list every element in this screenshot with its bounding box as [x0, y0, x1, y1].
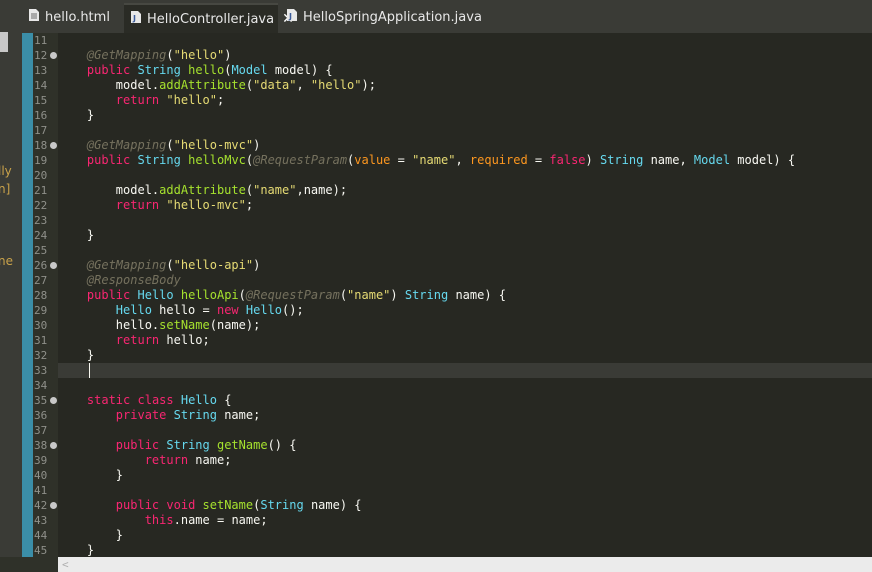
left-panel-text-fragment: n]: [0, 182, 11, 196]
tab-hello-html[interactable]: hello.html: [22, 4, 122, 30]
line-number: 11: [34, 34, 48, 47]
code-line[interactable]: return "hello-mvc";: [58, 198, 253, 213]
java-file-icon: J: [287, 9, 297, 25]
code-line[interactable]: }: [58, 528, 123, 543]
line-number: 13: [34, 64, 48, 77]
line-number: 43: [34, 514, 48, 527]
code-line[interactable]: @GetMapping("hello-mvc"): [58, 138, 260, 153]
line-number: 15: [34, 94, 48, 107]
code-line[interactable]: this.name = name;: [58, 513, 268, 528]
left-panel-edge: lly n] ne: [0, 0, 22, 572]
code-line[interactable]: model.addAttribute("data", "hello");: [58, 78, 376, 93]
line-number: 39: [34, 454, 48, 467]
code-line[interactable]: return "hello";: [58, 93, 224, 108]
code-line[interactable]: }: [58, 468, 123, 483]
text-cursor: [89, 363, 90, 378]
code-line[interactable]: }: [58, 543, 94, 558]
svg-text:J: J: [132, 14, 136, 23]
code-line[interactable]: return hello;: [58, 333, 210, 348]
line-number: 17: [34, 124, 48, 137]
line-number: 36: [34, 409, 48, 422]
line-number: 23: [34, 214, 48, 227]
line-number: 34: [34, 379, 48, 392]
code-line[interactable]: hello.setName(name);: [58, 318, 261, 333]
line-number: 28: [34, 289, 48, 302]
left-panel-text-fragment: lly: [0, 164, 12, 178]
fold-toggle-icon[interactable]: [50, 502, 57, 509]
code-line[interactable]: @GetMapping("hello-api"): [58, 258, 260, 273]
change-marker-bar: [22, 33, 33, 557]
line-number: 21: [34, 184, 48, 197]
line-number: 19: [34, 154, 48, 167]
tab-label: HelloController.java: [147, 11, 275, 27]
fold-toggle-icon[interactable]: [50, 142, 57, 149]
scroll-left-icon[interactable]: <: [62, 557, 69, 572]
line-number: 32: [34, 349, 48, 362]
code-line[interactable]: static class Hello {: [58, 393, 232, 408]
line-number: 16: [34, 109, 48, 122]
code-line[interactable]: public void setName(String name) {: [58, 498, 362, 513]
line-number: 22: [34, 199, 48, 212]
line-number: 40: [34, 469, 48, 482]
line-number: 24: [34, 229, 48, 242]
horizontal-scrollbar[interactable]: <: [0, 557, 872, 572]
line-number: 14: [34, 79, 48, 92]
line-number: 31: [34, 334, 48, 347]
fold-toggle-icon[interactable]: [50, 52, 57, 59]
left-panel-text-fragment: ne: [0, 254, 13, 268]
line-number: 25: [34, 244, 48, 257]
panel-scroll-handle[interactable]: [0, 32, 8, 52]
code-line[interactable]: @ResponseBody: [58, 273, 181, 288]
tab-hellospringapplication-java[interactable]: J HelloSpringApplication.java: [280, 4, 482, 30]
editor-tab-bar: hello.html J HelloController.java ✕ J He…: [22, 0, 872, 33]
svg-text:J: J: [288, 12, 292, 21]
scrollbar-corner: [0, 557, 58, 572]
code-line[interactable]: Hello hello = new Hello();: [58, 303, 304, 318]
code-line[interactable]: public String getName() {: [58, 438, 297, 453]
fold-toggle-icon[interactable]: [50, 397, 57, 404]
code-line[interactable]: public String hello(Model model) {: [58, 63, 333, 78]
line-number: 45: [34, 544, 48, 557]
code-line[interactable]: return name;: [58, 453, 232, 468]
tab-label: HelloSpringApplication.java: [303, 9, 482, 25]
code-line[interactable]: }: [58, 348, 94, 363]
fold-toggle-icon[interactable]: [50, 442, 57, 449]
line-number: 29: [34, 304, 48, 317]
code-line[interactable]: private String name;: [58, 408, 261, 423]
code-line[interactable]: @GetMapping("hello"): [58, 48, 232, 63]
code-line[interactable]: public Hello helloApi(@RequestParam("nam…: [58, 288, 506, 303]
line-number: 37: [34, 424, 48, 437]
line-number: 33: [34, 364, 48, 377]
current-line-highlight: [58, 363, 872, 378]
line-number: 20: [34, 169, 48, 182]
html-file-icon: [29, 9, 39, 25]
code-line[interactable]: model.addAttribute("name",name);: [58, 183, 347, 198]
line-number: 44: [34, 529, 48, 542]
line-number: 30: [34, 319, 48, 332]
tab-hellocontroller-java[interactable]: J HelloController.java ✕: [124, 3, 294, 33]
code-line[interactable]: }: [58, 108, 94, 123]
code-line[interactable]: }: [58, 228, 94, 243]
line-number: 27: [34, 274, 48, 287]
fold-toggle-icon[interactable]: [50, 262, 57, 269]
tab-label: hello.html: [45, 9, 110, 25]
java-file-icon: J: [131, 11, 141, 27]
line-number: 41: [34, 484, 48, 497]
code-line[interactable]: public String helloMvc(@RequestParam(val…: [58, 153, 795, 168]
